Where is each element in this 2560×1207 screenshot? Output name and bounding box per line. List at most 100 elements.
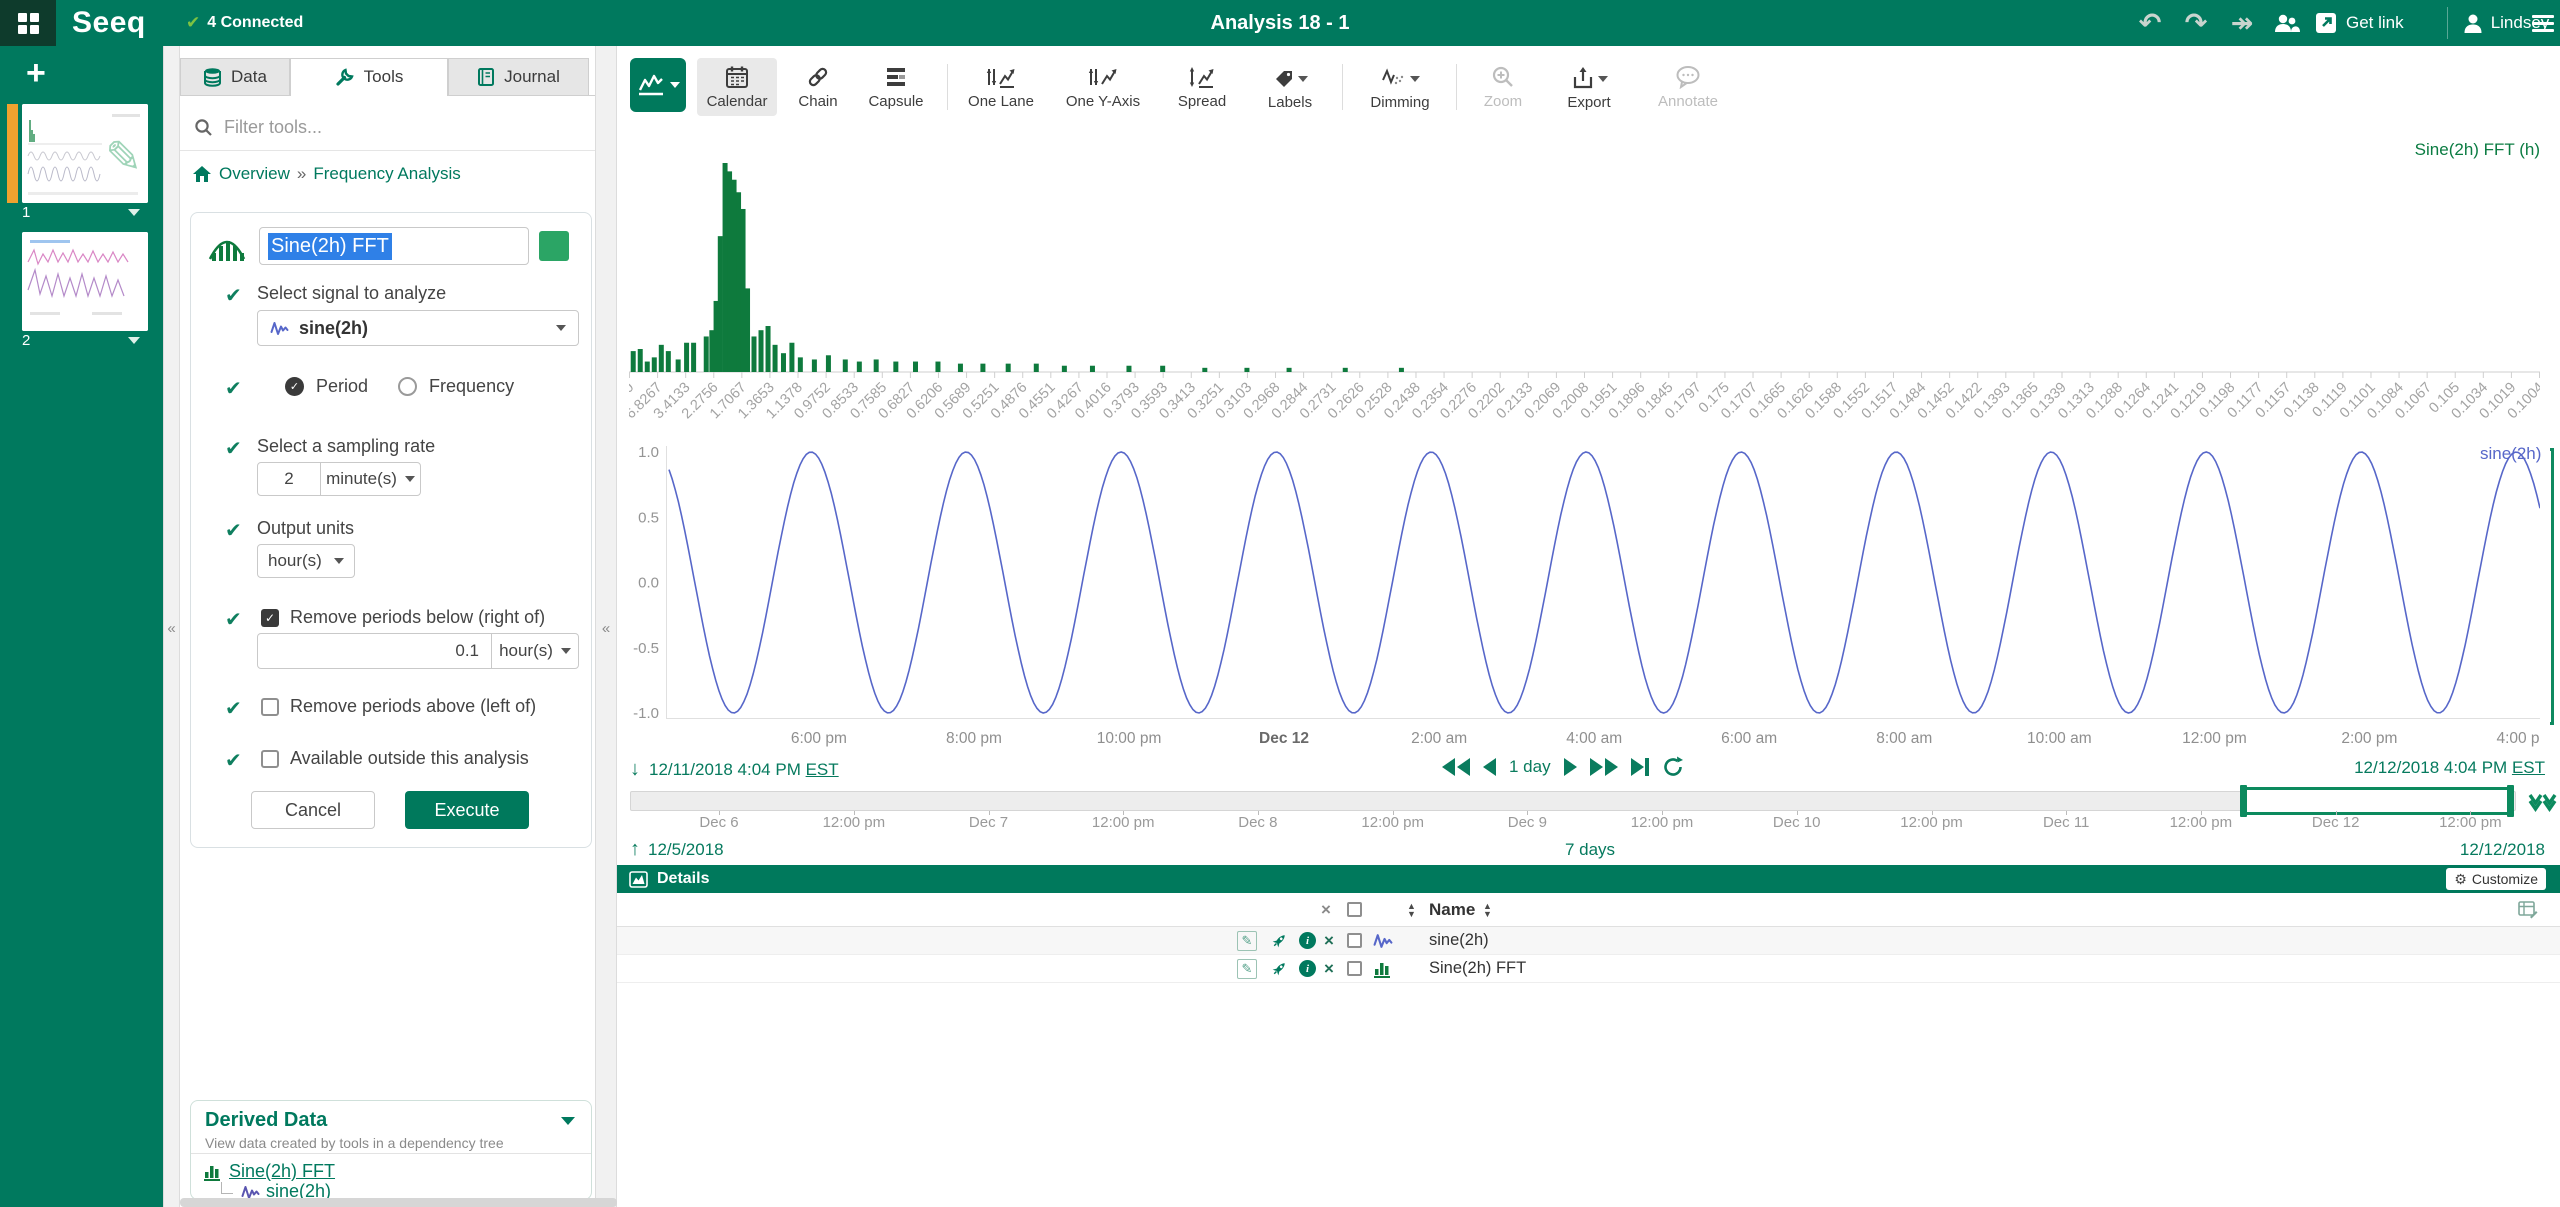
worksheet-1-chevron-down-icon[interactable] xyxy=(128,209,140,216)
derived-item-fft-link[interactable]: Sine(2h) FFT xyxy=(229,1161,335,1182)
worksheet-2-chevron-down-icon[interactable] xyxy=(128,337,140,344)
item-name[interactable]: sine(2h) xyxy=(1429,927,1489,954)
sine-trend-chart[interactable]: 1.00.50.0-0.5-1.06:00 pm8:00 pm10:00 pmD… xyxy=(629,440,2540,762)
edit-item-button[interactable]: ✎ xyxy=(1237,927,1257,954)
search-input[interactable] xyxy=(224,117,544,138)
remove-above-checkbox[interactable] xyxy=(261,698,279,716)
step-back-half-button[interactable] xyxy=(1483,758,1496,776)
home-icon[interactable] xyxy=(192,165,212,183)
undo-button[interactable]: ↶ xyxy=(2132,0,2168,46)
available-outside-label[interactable]: Available outside this analysis xyxy=(290,748,529,769)
investigate-range-start[interactable]: ↑ 12/5/2018 xyxy=(630,838,724,861)
redo-button[interactable]: ↷ xyxy=(2178,0,2214,46)
toolbar-dimming-button[interactable]: Dimming xyxy=(1352,58,1448,116)
item-checkbox[interactable] xyxy=(1347,955,1362,982)
remove-below-label[interactable]: Remove periods below (right of) xyxy=(290,607,545,628)
explore-item-button[interactable] xyxy=(1270,955,1288,982)
item-info-button[interactable]: i xyxy=(1299,927,1316,954)
sort-icon[interactable]: ▲▼ xyxy=(1407,893,1416,926)
cancel-button[interactable]: Cancel xyxy=(251,791,375,829)
remove-above-label[interactable]: Remove periods above (left of) xyxy=(290,696,536,717)
details-row-fft[interactable]: ✎ i × Sine(2h) FFT xyxy=(617,955,2560,983)
step-to-end-button[interactable] xyxy=(1631,758,1649,776)
signal-select[interactable]: sine(2h) xyxy=(257,310,579,346)
selected-y-axis-indicator[interactable] xyxy=(2550,448,2554,725)
sampling-value-input[interactable]: 2 xyxy=(258,463,320,495)
get-link-button[interactable]: Get link xyxy=(2315,0,2404,46)
available-outside-checkbox[interactable] xyxy=(261,750,279,768)
breadcrumb-overview[interactable]: Overview xyxy=(219,164,290,184)
toolbar-chain-button[interactable]: Chain xyxy=(784,58,852,116)
range-end-timezone[interactable]: EST xyxy=(2512,758,2545,777)
main-menu-button[interactable] xyxy=(2526,0,2560,46)
radio-frequency-label[interactable]: Frequency xyxy=(429,376,514,397)
sampling-unit-select[interactable]: minute(s) xyxy=(321,463,420,495)
derived-item-fft[interactable]: Sine(2h) FFT xyxy=(203,1161,335,1182)
tab-journal[interactable]: Journal xyxy=(448,58,589,95)
item-checkbox[interactable] xyxy=(1347,927,1362,954)
remove-item-button[interactable]: × xyxy=(1324,927,1334,954)
toolbar-export-button[interactable]: Export xyxy=(1546,58,1632,116)
item-name[interactable]: Sine(2h) FFT xyxy=(1429,955,1526,982)
step-forward-full-button[interactable] xyxy=(1590,758,1618,776)
color-swatch[interactable] xyxy=(539,231,569,261)
display-range-start[interactable]: ↓ 12/11/2018 4:04 PM EST xyxy=(630,758,839,781)
collapse-tools-button[interactable]: « xyxy=(596,620,616,637)
investigate-range-duration[interactable]: 7 days xyxy=(1540,840,1640,860)
fft-histogram-chart[interactable]: 06.82673.41332.27561.70671.36531.13780.9… xyxy=(629,130,2540,422)
toolbar-capsule-button[interactable]: Capsule xyxy=(856,58,936,116)
toolbar-calendar-button[interactable]: Calendar xyxy=(697,58,777,116)
details-row-sine[interactable]: ✎ i × sine(2h) xyxy=(617,927,2560,955)
collapse-worksheets-button[interactable]: « xyxy=(164,620,179,637)
toolbar-labels-button[interactable]: Labels xyxy=(1248,58,1332,116)
execute-button[interactable]: Execute xyxy=(405,791,529,829)
item-info-button[interactable]: i xyxy=(1299,955,1316,982)
worksheet-thumbnail-2[interactable] xyxy=(22,232,148,331)
toolbar-one-y-axis-button[interactable]: One Y-Axis xyxy=(1051,58,1155,116)
radio-period-checked[interactable]: ✓ xyxy=(285,377,304,396)
remove-below-checkbox-checked[interactable]: ✓ xyxy=(261,609,279,627)
timeline-selection-right-handle[interactable] xyxy=(2507,785,2514,817)
users-button[interactable] xyxy=(2266,0,2308,46)
hamburger-icon xyxy=(2532,15,2554,32)
worksheet-thumbnail-1[interactable]: ✎ xyxy=(22,104,148,203)
svg-text:8:00 am: 8:00 am xyxy=(1876,730,1932,747)
step-size-label[interactable]: 1 day xyxy=(1509,757,1551,777)
user-menu-button[interactable] xyxy=(2458,0,2488,46)
step-forward-half-button[interactable] xyxy=(1564,758,1577,776)
tool-name-input[interactable]: Sine(2h) FFT xyxy=(259,227,529,265)
radio-frequency[interactable] xyxy=(398,377,417,396)
edit-item-button[interactable]: ✎ xyxy=(1237,955,1257,982)
select-all-checkbox[interactable] xyxy=(1347,893,1362,926)
tab-data[interactable]: Data xyxy=(180,58,290,95)
toolbar-separator xyxy=(947,64,948,110)
remove-all-column[interactable]: × xyxy=(1321,893,1331,926)
toolbar-spread-button[interactable]: Spread xyxy=(1160,58,1244,116)
name-sort-icon[interactable]: ▲▼ xyxy=(1483,893,1492,926)
customize-button[interactable]: ⚙ Customize xyxy=(2446,868,2546,890)
derived-collapse-chevron-icon[interactable] xyxy=(561,1117,575,1125)
remove-item-button[interactable]: × xyxy=(1324,955,1334,982)
radio-period-label[interactable]: Period xyxy=(316,376,368,397)
name-column-header[interactable]: Name xyxy=(1429,893,1475,926)
view-selector-button[interactable] xyxy=(630,58,686,112)
forward-history-button[interactable]: ↠ xyxy=(2224,0,2260,46)
remove-below-unit-select[interactable]: hour(s) xyxy=(492,634,578,668)
refresh-icon[interactable] xyxy=(1662,756,1684,778)
step-back-full-button[interactable] xyxy=(1442,758,1470,776)
timeline-selection-left-handle[interactable] xyxy=(2240,785,2247,817)
timeline-track[interactable] xyxy=(630,791,2516,811)
add-worksheet-button[interactable]: + xyxy=(26,54,46,93)
auto-update-icon[interactable] xyxy=(2528,792,2558,812)
range-start-timezone[interactable]: EST xyxy=(806,760,839,779)
remove-below-value-input[interactable]: 0.1 xyxy=(258,634,491,668)
explore-item-button[interactable] xyxy=(1270,927,1288,954)
tab-tools[interactable]: Tools xyxy=(290,58,448,95)
filter-tools-search[interactable] xyxy=(194,110,580,144)
display-range-end[interactable]: 12/12/2018 4:04 PM EST xyxy=(2354,758,2545,778)
output-unit-select[interactable]: hour(s) xyxy=(257,544,355,578)
edit-columns-icon[interactable] xyxy=(2518,900,2538,920)
panel-horizontal-scrollbar[interactable] xyxy=(180,1198,617,1207)
sine-series-label[interactable]: sine(2h) xyxy=(2480,444,2541,464)
toolbar-one-lane-button[interactable]: One Lane xyxy=(955,58,1047,116)
